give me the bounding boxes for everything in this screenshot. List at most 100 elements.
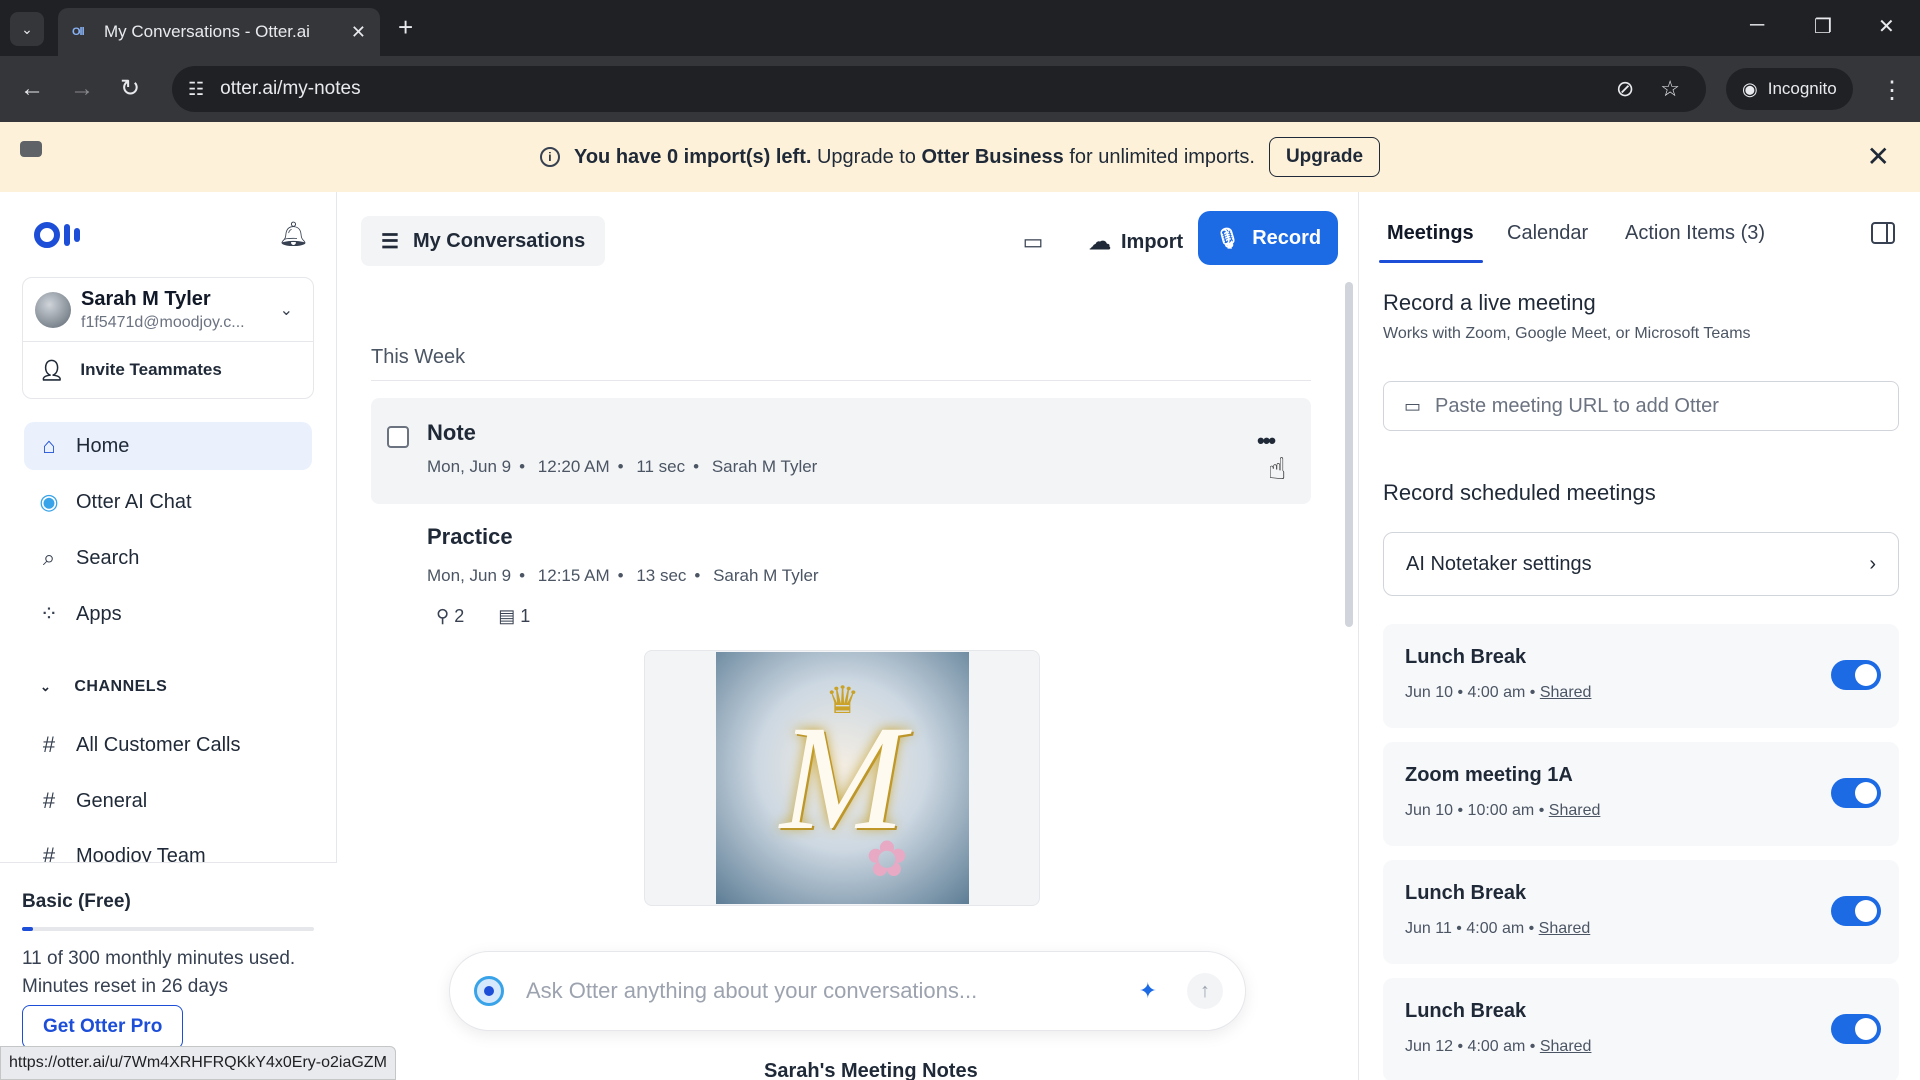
section-heading: This Week bbox=[371, 346, 466, 368]
crown-image-detail: ♛ bbox=[825, 680, 860, 722]
bookmark-star-icon[interactable]: ☆ bbox=[1660, 76, 1680, 102]
minimize-icon[interactable]: ─ bbox=[1750, 14, 1764, 37]
banner-text-mid: Upgrade to bbox=[811, 145, 922, 168]
banner-badge-icon bbox=[20, 141, 42, 157]
close-tab-icon[interactable]: ✕ bbox=[351, 22, 366, 43]
record-toggle[interactable] bbox=[1831, 1014, 1881, 1044]
speaker-icon: ⚲ bbox=[436, 606, 450, 626]
sidebar-item-channel[interactable]: # All Customer Calls bbox=[24, 721, 312, 769]
new-tab-button[interactable]: + bbox=[398, 14, 413, 40]
filter-list-icon: ☰ bbox=[381, 230, 399, 253]
close-banner-icon[interactable]: ✕ bbox=[1867, 140, 1890, 173]
banner-product: Otter Business bbox=[921, 145, 1064, 168]
upgrade-button[interactable]: Upgrade bbox=[1268, 137, 1381, 177]
meeting-time: 4:00 am bbox=[1467, 1038, 1526, 1055]
forward-icon[interactable]: → bbox=[70, 74, 94, 104]
meeting-url-input[interactable]: ▭ Paste meeting URL to add Otter bbox=[1383, 381, 1899, 431]
tab-action-items[interactable]: Action Items (3) bbox=[1625, 222, 1765, 245]
sparkle-icon[interactable]: ✦ bbox=[1139, 978, 1157, 1004]
conversation-title-next[interactable]: Sarah's Meeting Notes bbox=[764, 1060, 978, 1080]
record-toggle[interactable] bbox=[1831, 660, 1881, 690]
channels-toggle[interactable]: ⌄ CHANNELS bbox=[40, 678, 167, 696]
collapse-panel-icon[interactable] bbox=[1871, 222, 1895, 244]
sidebar-item-otter-ai-chat[interactable]: ◉ Otter AI Chat bbox=[24, 478, 312, 526]
apps-icon: ⁘ bbox=[39, 601, 59, 626]
hash-icon: # bbox=[42, 732, 56, 757]
meeting-time: 10:00 am bbox=[1467, 802, 1535, 819]
get-otter-pro-button[interactable]: Get Otter Pro bbox=[22, 1005, 184, 1049]
conversation-row[interactable]: Note Mon, Jun 9 • 12:20 AM • 11 sec • Sarah… bbox=[371, 398, 1311, 504]
sidebar: 🔔︎ Sarah M Tyler f1f5471d@moodjoy.c... ⌄… bbox=[0, 192, 337, 1080]
mouse-cursor-icon: ☝︎ bbox=[1268, 453, 1287, 486]
conversation-title[interactable]: Note bbox=[427, 420, 476, 446]
meeting-card: Lunch Break Jun 11 • 4:00 am • Shared bbox=[1383, 860, 1899, 964]
meeting-time: 4:00 am bbox=[1467, 684, 1526, 701]
back-icon[interactable]: ← bbox=[20, 74, 44, 104]
tab-search-button[interactable]: ⌄ bbox=[10, 12, 44, 46]
conversation-time: 12:20 AM bbox=[537, 457, 610, 476]
sidebar-item-channel[interactable]: # General bbox=[24, 777, 312, 825]
incognito-button[interactable]: ◉ Incognito bbox=[1726, 68, 1853, 110]
microphone-icon: 🎙︎ bbox=[1214, 227, 1241, 250]
select-checkbox[interactable] bbox=[387, 426, 409, 448]
sidebar-item-home[interactable]: ⌂ Home bbox=[24, 422, 312, 470]
browser-menu-icon[interactable]: ⋮ bbox=[1880, 76, 1904, 105]
eye-off-icon[interactable]: ⊘ bbox=[1616, 76, 1634, 102]
my-conversations-menu[interactable]: ☰ My Conversations bbox=[361, 216, 606, 266]
comment-icon: ▤ bbox=[498, 606, 516, 626]
chevron-down-icon[interactable]: ⌄ bbox=[280, 300, 293, 320]
ask-otter-bar[interactable]: Ask Otter anything about your conversati… bbox=[449, 951, 1246, 1031]
restore-icon[interactable]: ❐ bbox=[1814, 14, 1832, 39]
address-bar[interactable]: ☷ otter.ai/my-notes ⊘ ☆ bbox=[172, 66, 1706, 112]
active-tab-indicator bbox=[1379, 260, 1483, 263]
user-card: Sarah M Tyler f1f5471d@moodjoy.c... ⌄ 👤︎… bbox=[22, 277, 314, 399]
reload-icon[interactable]: ↻ bbox=[120, 74, 140, 104]
main-scrollbar[interactable] bbox=[1345, 282, 1353, 627]
site-settings-icon[interactable]: ☷ bbox=[188, 79, 204, 100]
live-meeting-subtitle: Works with Zoom, Google Meet, or Microso… bbox=[1383, 325, 1751, 342]
otter-logo[interactable] bbox=[34, 222, 80, 248]
tab-calendar[interactable]: Calendar bbox=[1507, 222, 1588, 245]
live-meeting-heading: Record a live meeting bbox=[1383, 290, 1596, 315]
incognito-label: Incognito bbox=[1767, 79, 1837, 98]
browser-tab[interactable]: Oll My Conversations - Otter.ai ✕ bbox=[58, 8, 380, 56]
import-button[interactable]: ☁ Import bbox=[1077, 218, 1195, 266]
conversation-thumbnail-image[interactable]: ♛ M ✿ bbox=[716, 652, 969, 904]
shared-link[interactable]: Shared bbox=[1549, 802, 1601, 819]
video-camera-icon[interactable]: ▭ bbox=[1013, 222, 1053, 262]
shared-link[interactable]: Shared bbox=[1539, 920, 1591, 937]
comments-count: ▤ 1 bbox=[498, 606, 530, 627]
otter-favicon-icon: Oll bbox=[72, 26, 85, 38]
meeting-card: Lunch Break Jun 10 • 4:00 am • Shared bbox=[1383, 624, 1899, 728]
otter-chat-icon: ◉ bbox=[39, 489, 59, 514]
meeting-time: 4:00 am bbox=[1466, 920, 1525, 937]
conversation-owner: Sarah M Tyler bbox=[713, 566, 819, 585]
window-close-icon[interactable]: ✕ bbox=[1878, 14, 1895, 39]
ai-notetaker-settings-button[interactable]: AI Notetaker settings › bbox=[1383, 532, 1899, 596]
record-toggle[interactable] bbox=[1831, 778, 1881, 808]
speakers-count: ⚲ 2 bbox=[436, 606, 464, 627]
shared-link[interactable]: Shared bbox=[1540, 1038, 1592, 1055]
notifications-bell-icon[interactable]: 🔔︎ bbox=[278, 220, 308, 249]
conversation-duration: 13 sec bbox=[636, 566, 687, 585]
sidebar-item-search[interactable]: ⌕ Search bbox=[24, 534, 312, 582]
account-switcher[interactable]: Sarah M Tyler f1f5471d@moodjoy.c... ⌄ bbox=[23, 278, 313, 342]
meeting-meta: Jun 10 • 10:00 am • Shared bbox=[1405, 802, 1601, 819]
meeting-meta: Jun 10 • 4:00 am • Shared bbox=[1405, 684, 1592, 701]
sidebar-item-apps[interactable]: ⁘ Apps bbox=[24, 590, 312, 638]
send-arrow-icon[interactable]: ↑ bbox=[1187, 973, 1223, 1009]
more-options-icon[interactable]: ••• bbox=[1257, 428, 1276, 454]
tab-meetings[interactable]: Meetings bbox=[1387, 222, 1474, 245]
avatar bbox=[35, 292, 71, 328]
banner-text-post: for unlimited imports. bbox=[1063, 145, 1255, 168]
upload-cloud-icon: ☁ bbox=[1089, 229, 1111, 254]
browser-toolbar: ← → ↻ ☷ otter.ai/my-notes ⊘ ☆ ◉ Incognit… bbox=[0, 56, 1920, 122]
shared-link[interactable]: Shared bbox=[1540, 684, 1592, 701]
ask-otter-input[interactable]: Ask Otter anything about your conversati… bbox=[526, 978, 1139, 1004]
record-toggle[interactable] bbox=[1831, 896, 1881, 926]
url-text[interactable]: otter.ai/my-notes bbox=[220, 78, 1616, 100]
conversation-time: 12:15 AM bbox=[537, 566, 610, 585]
invite-teammates-button[interactable]: 👤︎ Invite Teammates bbox=[23, 342, 313, 398]
conversation-title[interactable]: Practice bbox=[427, 524, 513, 550]
record-button[interactable]: 🎙︎ Record bbox=[1198, 211, 1338, 265]
